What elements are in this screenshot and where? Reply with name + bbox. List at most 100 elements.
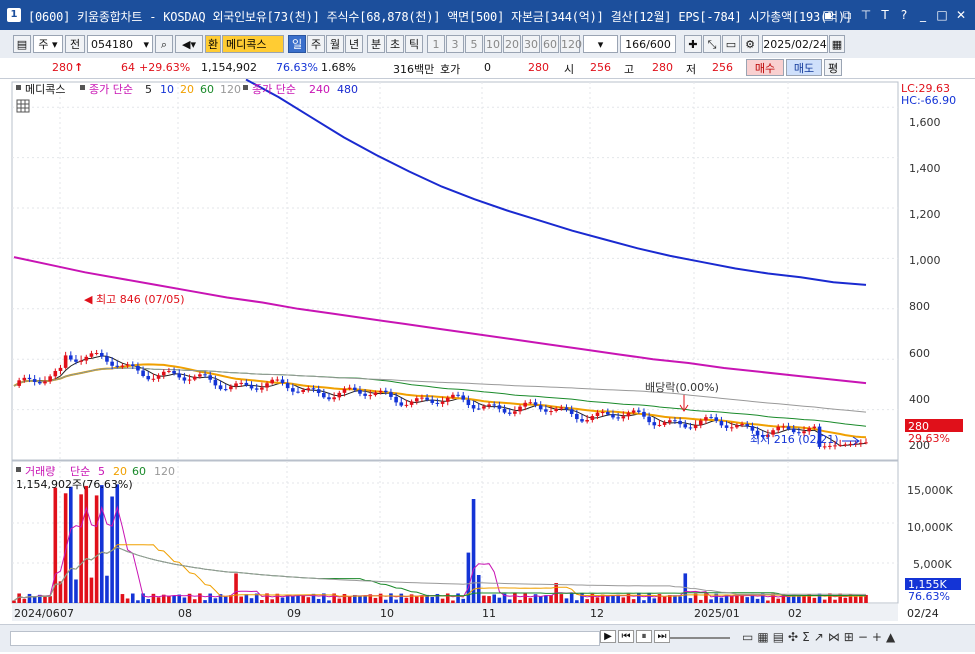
zoom-out-icon[interactable]: − xyxy=(858,630,868,644)
tab-minute[interactable]: 분 xyxy=(367,35,385,53)
minute-option[interactable]: 60 xyxy=(541,35,559,53)
close-button[interactable]: ✕ xyxy=(953,7,969,23)
sell-button[interactable]: 매도 xyxy=(786,59,822,76)
link-icon[interactable]: ▣ xyxy=(820,7,836,23)
calendar-icon[interactable]: ▦ xyxy=(829,35,845,53)
trend-icon[interactable]: ↗ xyxy=(814,630,824,644)
volume-legend-name[interactable]: 거래량 xyxy=(25,465,55,478)
candle-up xyxy=(53,370,58,377)
candle-up xyxy=(807,428,811,432)
legend-ma-label[interactable]: 종가 단순 xyxy=(89,83,133,96)
stock-code-input[interactable]: 054180 ▾ xyxy=(87,35,153,53)
legend-ma60: 60 xyxy=(200,83,214,96)
volume-bar xyxy=(611,595,615,603)
pause-icon[interactable]: ⏸ xyxy=(636,630,652,643)
volume-bar xyxy=(125,598,130,603)
tile-icon[interactable]: ⧉ xyxy=(839,7,855,23)
tab-month[interactable]: 월 xyxy=(326,35,344,53)
tab-second[interactable]: 초 xyxy=(386,35,404,53)
price-change-pct: +29.63% xyxy=(139,61,191,74)
candle-up xyxy=(48,376,52,382)
candle-down xyxy=(316,389,321,393)
candle-down xyxy=(32,379,37,382)
font-icon[interactable]: T xyxy=(877,7,893,23)
horizontal-scrollbar[interactable] xyxy=(10,631,600,646)
custom-period-select[interactable]: ▾ xyxy=(583,35,618,53)
volume-bar xyxy=(182,597,187,603)
high-arrow-icon: ◀ xyxy=(84,293,93,306)
search-icon[interactable]: ⌕ xyxy=(155,35,173,53)
gear-icon[interactable]: ⚙ xyxy=(741,35,759,53)
x-label: 09 xyxy=(287,607,301,620)
minute-option[interactable]: 30 xyxy=(522,35,540,53)
vol-tick-15000: 15,000K xyxy=(907,484,953,497)
candle-up xyxy=(631,410,636,413)
legend-ma10: 10 xyxy=(160,83,174,96)
volume-bar xyxy=(105,575,109,603)
candle-down xyxy=(177,373,182,378)
tab-year[interactable]: 년 xyxy=(345,35,363,53)
y-tick-1600: 1,600 xyxy=(909,116,941,129)
legend-ma2-label[interactable]: 종가 단순 xyxy=(252,83,296,96)
candle-up xyxy=(368,395,373,397)
compare-icon[interactable]: ⊞ xyxy=(844,630,854,644)
volume-bar xyxy=(167,595,171,603)
minute-option[interactable]: 5 xyxy=(465,35,483,53)
minute-option[interactable]: 120 xyxy=(560,35,582,53)
volume-bar xyxy=(389,593,393,603)
zoom-in-icon[interactable]: + xyxy=(872,630,882,644)
exchange-button[interactable]: 환 xyxy=(205,35,221,53)
help-icon[interactable]: ? xyxy=(896,7,912,23)
split-icon[interactable]: ▤ xyxy=(773,630,784,644)
last-icon[interactable]: ⏭ xyxy=(654,630,670,643)
minimize-button[interactable]: _ xyxy=(915,7,931,23)
grid-icon[interactable]: ▦ xyxy=(757,630,768,644)
candle-up xyxy=(198,374,202,377)
date-field[interactable]: 2025/02/24 xyxy=(762,35,828,53)
minute-option[interactable]: 1 xyxy=(427,35,445,53)
count-field[interactable]: 166/600 xyxy=(620,35,676,53)
sigma-icon[interactable]: Σ xyxy=(802,630,810,644)
legend-stock-name[interactable]: 메디콕스 xyxy=(25,83,65,96)
maximize-button[interactable]: □ xyxy=(934,7,950,23)
first-icon[interactable]: ⏮ xyxy=(618,630,634,643)
candle-up xyxy=(187,379,192,381)
tab-week[interactable]: 주 xyxy=(307,35,325,53)
candle-down xyxy=(652,422,657,426)
zoom-slider[interactable] xyxy=(670,637,730,639)
stock-name-field[interactable]: 메디콕스 xyxy=(222,35,284,53)
chart-area[interactable]: 메디콕스 종가 단순 5 10 20 60 120 종가 단순 240 480 … xyxy=(0,78,975,651)
candle-down xyxy=(254,388,259,390)
volume: 1,154,902 xyxy=(201,61,257,74)
tab-tick[interactable]: 틱 xyxy=(405,35,423,53)
crosshair-icon[interactable]: ✣ xyxy=(788,630,798,644)
pin-icon[interactable]: ⊤ xyxy=(858,7,874,23)
minute-option[interactable]: 10 xyxy=(484,35,502,53)
scroll-right-icon[interactable]: ▶ xyxy=(600,630,616,643)
count-value: 166 xyxy=(625,38,647,51)
volume-bar xyxy=(120,594,125,603)
candle-down xyxy=(538,405,543,410)
price-volume-chart[interactable]: 메디콕스 종가 단순 5 10 20 60 120 종가 단순 240 480 … xyxy=(0,78,975,651)
table-icon[interactable] xyxy=(16,99,30,113)
prev-button[interactable]: 전 xyxy=(65,35,85,53)
buy-button[interactable]: 매수 xyxy=(746,59,784,76)
indicator-add-icon[interactable]: ✚ xyxy=(684,35,702,53)
candle-down xyxy=(394,396,398,403)
minute-option[interactable]: 3 xyxy=(446,35,464,53)
tab-day[interactable]: 일 xyxy=(288,35,306,53)
window-menu-icon[interactable]: ▤ xyxy=(13,35,31,53)
eval-button[interactable]: 평 xyxy=(824,59,842,76)
save-icon[interactable]: ▭ xyxy=(722,35,740,53)
volume-bar xyxy=(327,600,331,603)
pattern-icon[interactable]: ⋈ xyxy=(828,630,840,644)
speaker-icon[interactable]: ◀▾ xyxy=(175,35,203,53)
trendline-icon[interactable]: ⤡ xyxy=(703,35,721,53)
period-select[interactable]: 주 ▾ xyxy=(33,35,63,53)
minute-option[interactable]: 20 xyxy=(503,35,521,53)
layout-icon[interactable]: ▭ xyxy=(742,630,753,644)
resize-icon[interactable]: ▲ xyxy=(886,630,895,644)
candle-down xyxy=(683,424,688,428)
volume-current-pct: 76.63% xyxy=(908,590,950,603)
candle-up xyxy=(843,444,848,446)
